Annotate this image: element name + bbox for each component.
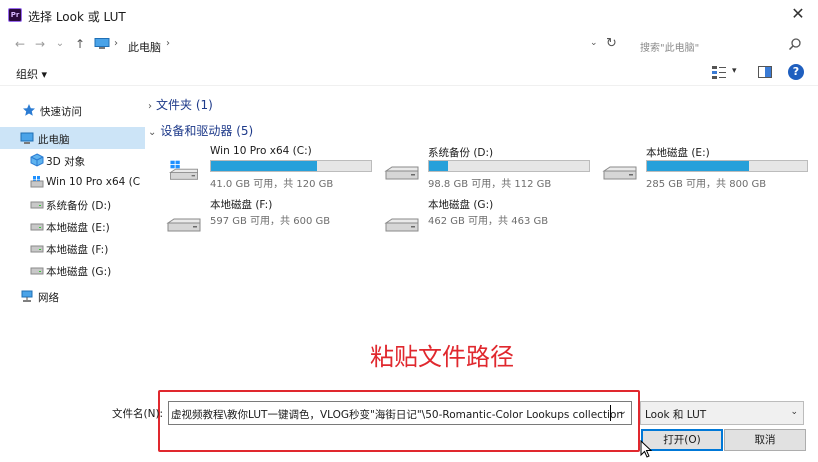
- open-button[interactable]: 打开(O): [641, 429, 723, 451]
- chevron-down-icon[interactable]: ⌄: [590, 38, 598, 48]
- drive-icon: [384, 166, 419, 180]
- drive-size: 98.8 GB 可用，共 112 GB: [428, 179, 552, 190]
- premiere-app-icon: Pr: [8, 8, 22, 22]
- drive-tile[interactable]: 本地磁盘 (E:) 285 GB 可用，共 800 GB: [594, 145, 808, 190]
- drive-icon: [384, 218, 419, 232]
- network-icon: [21, 290, 33, 302]
- forward-arrow-icon[interactable]: →: [32, 36, 48, 52]
- chevron-right-icon[interactable]: ›: [114, 38, 118, 49]
- organize-button[interactable]: 组织 ▾: [16, 66, 47, 82]
- drive-icon: [30, 201, 44, 209]
- refresh-icon[interactable]: ↻: [606, 36, 617, 51]
- devices-header-label: 设备和驱动器 (5): [160, 124, 254, 138]
- filename-value: 虚视频教程\教你LUT一键调色，VLOG秒变"海街日记"\50-Romantic…: [171, 409, 624, 421]
- sidebar-item-label: Win 10 Pro x64 (C: [46, 176, 141, 188]
- windows-drive-icon: [169, 160, 198, 180]
- drive-icon: [166, 218, 201, 232]
- view-options-icon[interactable]: [712, 66, 726, 79]
- file-type-select[interactable]: Look 和 LUT ⌄: [640, 401, 804, 425]
- drive-name: 本地磁盘 (F:): [210, 199, 273, 211]
- sidebar-item-label: 3D 对象: [46, 156, 86, 168]
- drive-size: 597 GB 可用，共 600 GB: [210, 216, 331, 227]
- sidebar-item-3d-objects[interactable]: 3D 对象: [0, 149, 145, 171]
- sidebar-item-label: 快速访问: [40, 106, 82, 118]
- drive-tile[interactable]: 本地磁盘 (G:) 462 GB 可用，共 463 GB: [376, 197, 586, 241]
- sidebar-item-this-pc[interactable]: 此电脑: [0, 127, 145, 149]
- drive-usage-fill: [211, 161, 317, 171]
- cancel-button[interactable]: 取消: [724, 429, 806, 451]
- recent-locations-icon[interactable]: ⌄: [52, 36, 68, 52]
- mouse-cursor-icon: [640, 440, 652, 458]
- search-input[interactable]: 搜索"此电脑": [632, 35, 808, 55]
- chevron-right-icon[interactable]: ›: [166, 38, 170, 49]
- star-icon: [23, 104, 35, 116]
- search-icon[interactable]: [788, 37, 802, 51]
- sidebar-item-drive-c[interactable]: Win 10 Pro x64 (C: [0, 171, 145, 193]
- close-button[interactable]: ✕: [788, 4, 808, 24]
- drive-usage-bar: [646, 160, 808, 172]
- sidebar-item-label: 系统备份 (D:): [46, 200, 112, 212]
- drive-icon: [30, 223, 44, 231]
- drive-name: 系统备份 (D:): [428, 147, 494, 159]
- chevron-down-icon[interactable]: ⌄: [790, 407, 798, 417]
- filename-input[interactable]: 虚视频教程\教你LUT一键调色，VLOG秒变"海街日记"\50-Romantic…: [168, 401, 632, 425]
- text-caret: [610, 405, 611, 421]
- drive-tile[interactable]: 系统备份 (D:) 98.8 GB 可用，共 112 GB: [376, 145, 590, 190]
- title-bar: Pr 选择 Look 或 LUT ✕: [0, 0, 818, 30]
- drive-name: 本地磁盘 (E:): [646, 147, 710, 159]
- drive-usage-bar: [210, 160, 372, 172]
- back-arrow-icon[interactable]: ←: [12, 36, 28, 52]
- drive-usage-fill: [647, 161, 749, 171]
- search-placeholder: 搜索"此电脑": [640, 43, 700, 54]
- sidebar-item-drive-e[interactable]: 本地磁盘 (E:): [0, 215, 145, 237]
- sidebar-item-label: 网络: [38, 292, 59, 304]
- sidebar-item-drive-g[interactable]: 本地磁盘 (G:): [0, 259, 145, 281]
- drive-icon: [30, 245, 44, 253]
- folders-group-header[interactable]: › 文件夹 (1): [148, 96, 213, 113]
- sidebar-item-label: 此电脑: [38, 134, 70, 146]
- drive-tile[interactable]: 本地磁盘 (F:) 597 GB 可用，共 600 GB: [158, 197, 368, 241]
- sidebar-item-label: 本地磁盘 (G:): [46, 266, 112, 278]
- drive-usage-bar: [428, 160, 590, 172]
- navigation-bar: ← → ⌄ ↑ › 此电脑 › ⌄ ↻ 搜索"此电脑": [0, 30, 818, 60]
- drive-usage-fill: [429, 161, 448, 171]
- sidebar-item-drive-f[interactable]: 本地磁盘 (F:): [0, 237, 145, 259]
- devices-group-header[interactable]: ⌄ 设备和驱动器 (5): [148, 122, 253, 139]
- drive-name: 本地磁盘 (G:): [428, 199, 494, 211]
- paste-path-annotation: 粘贴文件路径: [370, 343, 514, 371]
- windows-drive-icon: [30, 176, 44, 188]
- toolbar: 组织 ▾ ▾ ?: [0, 60, 818, 86]
- sidebar-item-label: 本地磁盘 (E:): [46, 222, 110, 234]
- chevron-down-icon[interactable]: ▾: [732, 66, 737, 76]
- 3d-objects-icon: [30, 153, 44, 167]
- sidebar-item-network[interactable]: 网络: [0, 285, 145, 307]
- chevron-down-icon[interactable]: ⌄: [619, 406, 627, 417]
- preview-pane-icon[interactable]: [758, 66, 772, 78]
- breadcrumb[interactable]: 此电脑: [128, 39, 161, 55]
- sidebar-item-label: 本地磁盘 (F:): [46, 244, 109, 256]
- navigation-pane: 快速访问 此电脑 3D 对象 Win 10 Pro x64 (C 系统备份 (D…: [0, 87, 145, 387]
- drive-size: 41.0 GB 可用，共 120 GB: [210, 179, 334, 190]
- up-arrow-icon[interactable]: ↑: [72, 36, 88, 52]
- help-icon[interactable]: ?: [788, 64, 804, 80]
- computer-icon: [20, 132, 34, 144]
- drive-icon: [602, 166, 637, 180]
- sidebar-item-drive-d[interactable]: 系统备份 (D:): [0, 193, 145, 215]
- filename-label: 文件名(N):: [112, 408, 164, 420]
- window-title: 选择 Look 或 LUT: [28, 10, 126, 24]
- sidebar-item-quick-access[interactable]: 快速访问: [0, 99, 145, 121]
- folders-header-label: 文件夹 (1): [156, 98, 213, 112]
- drive-size: 285 GB 可用，共 800 GB: [646, 179, 767, 190]
- file-type-value: Look 和 LUT: [645, 409, 707, 421]
- drive-icon: [30, 267, 44, 275]
- drive-tile[interactable]: Win 10 Pro x64 (C:) 41.0 GB 可用，共 120 GB: [158, 145, 372, 190]
- chevron-down-icon[interactable]: ⌄: [148, 127, 156, 138]
- chevron-right-icon[interactable]: ›: [148, 101, 152, 112]
- drive-name: Win 10 Pro x64 (C:): [210, 145, 312, 157]
- computer-icon: [94, 38, 110, 49]
- address-bar[interactable]: › 此电脑 › ⌄ ↻: [92, 35, 627, 55]
- drive-size: 462 GB 可用，共 463 GB: [428, 216, 549, 227]
